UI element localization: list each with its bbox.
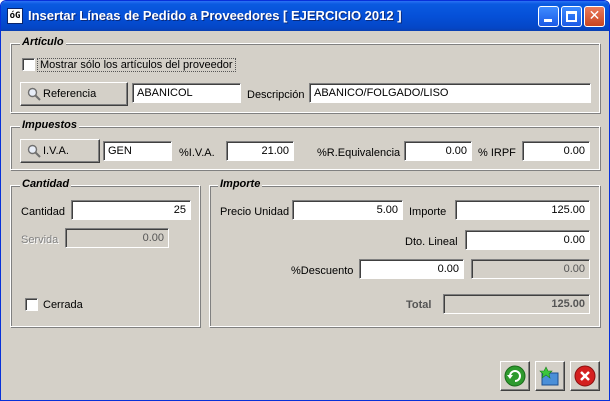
mostrar-proveedor-label[interactable]: Mostrar sólo los artículos del proveedor bbox=[37, 58, 236, 72]
req-field[interactable]: 0.00 bbox=[404, 141, 472, 161]
descripcion-field[interactable]: ABANICO/FOLGADO/LISO bbox=[309, 83, 591, 103]
maximize-button[interactable] bbox=[561, 6, 582, 27]
refresh-icon bbox=[504, 365, 526, 387]
cantidad-group-label: Cantidad bbox=[20, 178, 72, 190]
dto-lineal-label: Dto. Lineal bbox=[405, 236, 458, 248]
total-field: 125.00 bbox=[443, 294, 590, 314]
descuento-amount-field: 0.00 bbox=[471, 259, 590, 279]
iva-button-label: I.V.A. bbox=[43, 145, 69, 157]
cantidad-field[interactable]: 25 bbox=[71, 200, 191, 220]
importe-field[interactable]: 125.00 bbox=[455, 200, 590, 220]
app-icon: óG bbox=[7, 8, 23, 24]
total-label: Total bbox=[406, 299, 432, 311]
impuestos-group-label: Impuestos bbox=[20, 119, 80, 131]
search-icon bbox=[27, 144, 41, 158]
cerrada-checkbox[interactable] bbox=[25, 298, 38, 311]
irpf-field[interactable]: 0.00 bbox=[522, 141, 590, 161]
close-icon: ✕ bbox=[588, 8, 601, 24]
importe-group-label: Importe bbox=[218, 178, 263, 190]
iva-button[interactable]: I.V.A. bbox=[20, 139, 100, 163]
accept-icon bbox=[539, 366, 559, 386]
cancel-icon bbox=[574, 365, 596, 387]
articulo-group-label: Artículo bbox=[20, 36, 66, 48]
descripcion-label: Descripción bbox=[247, 89, 305, 101]
referencia-button-label: Referencia bbox=[43, 88, 97, 100]
iva-pct-field[interactable]: 21.00 bbox=[226, 141, 294, 161]
mostrar-proveedor-checkbox[interactable] bbox=[22, 58, 35, 71]
req-label: %R.Equivalencia bbox=[317, 147, 401, 159]
dto-lineal-field[interactable]: 0.00 bbox=[465, 230, 590, 250]
minimize-button[interactable] bbox=[538, 6, 559, 27]
refresh-button[interactable] bbox=[500, 361, 530, 391]
cantidad-label: Cantidad bbox=[21, 206, 66, 218]
servida-label: Servida bbox=[21, 234, 59, 246]
dialog-window: óG Insertar Líneas de Pedido a Proveedor… bbox=[0, 0, 610, 401]
title-bar[interactable]: óG Insertar Líneas de Pedido a Proveedor… bbox=[1, 1, 609, 31]
referencia-button[interactable]: Referencia bbox=[20, 82, 128, 106]
accept-button[interactable] bbox=[535, 361, 565, 391]
minimize-icon bbox=[544, 19, 552, 22]
precio-unidad-label: Precio Unidad bbox=[220, 206, 290, 218]
referencia-field[interactable]: ABANICOL bbox=[132, 83, 241, 103]
window-title: Insertar Líneas de Pedido a Proveedores … bbox=[28, 8, 402, 23]
servida-field: 0.00 bbox=[65, 228, 169, 248]
descuento-label: %Descuento bbox=[291, 265, 354, 277]
precio-unidad-field[interactable]: 5.00 bbox=[292, 200, 403, 220]
irpf-label: % IRPF bbox=[478, 147, 516, 159]
iva-code-field[interactable]: GEN bbox=[103, 141, 172, 161]
descuento-field[interactable]: 0.00 bbox=[359, 259, 464, 279]
cancel-button[interactable] bbox=[570, 361, 600, 391]
maximize-icon bbox=[566, 11, 577, 22]
search-icon bbox=[27, 87, 41, 101]
close-button[interactable]: ✕ bbox=[584, 6, 605, 27]
cerrada-label[interactable]: Cerrada bbox=[43, 299, 83, 311]
importe-label: Importe bbox=[409, 206, 447, 218]
iva-pct-label: %I.V.A. bbox=[179, 147, 215, 159]
